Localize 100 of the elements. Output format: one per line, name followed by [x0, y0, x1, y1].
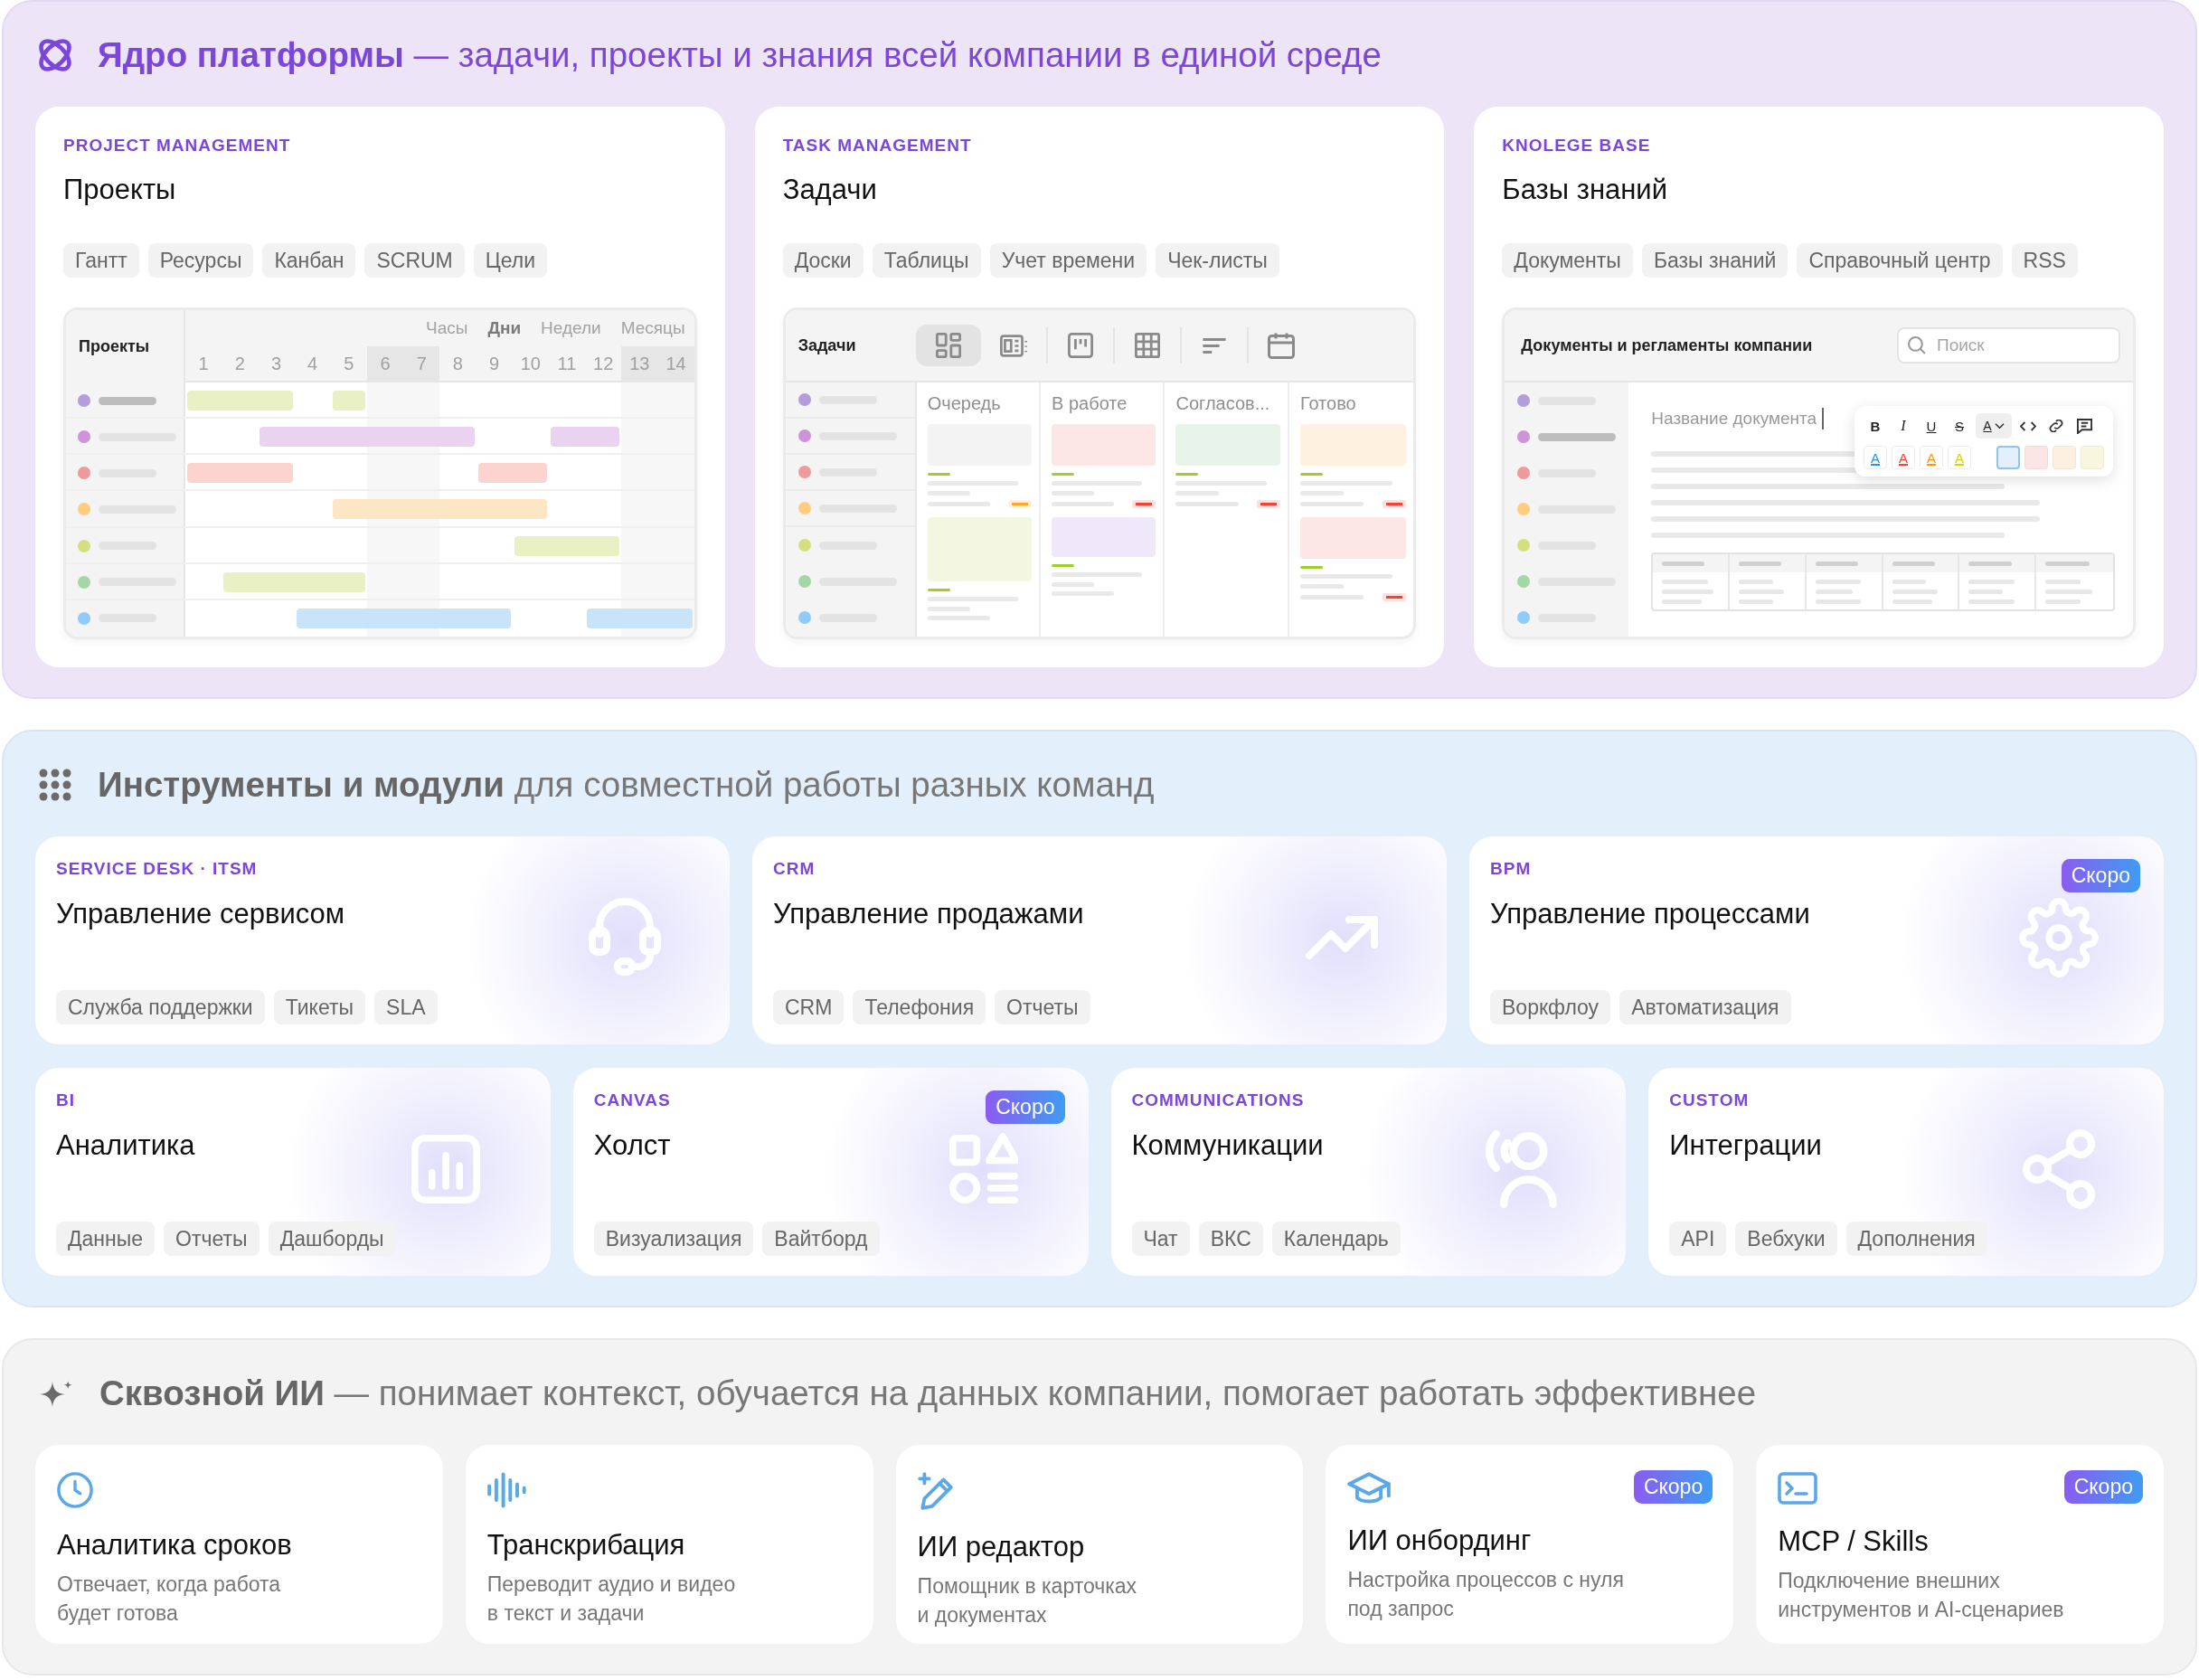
tag: Учет времени — [989, 243, 1147, 278]
label-stripe — [1299, 473, 1323, 476]
card-description: Подключение внешних инструментов и AI-сценариев — [1778, 1568, 2065, 1623]
column-title: Очередь — [927, 392, 1002, 415]
scale-tab[interactable]: Недели — [541, 315, 601, 342]
orbit-icon — [39, 39, 71, 71]
tag: Тикеты — [273, 990, 366, 1024]
tag: Отчеты — [995, 990, 1090, 1024]
tag: Ресурсы — [147, 243, 254, 278]
tag: Автоматизация — [1619, 990, 1791, 1024]
label-stripe — [1052, 564, 1075, 567]
card-title: Аналитика сроков — [57, 1528, 293, 1562]
highlight-swatch[interactable] — [1996, 446, 2020, 469]
column-title: Согласов... — [1175, 392, 1271, 415]
section-heading: Инструменты и модули для совместной работы разных команд — [98, 764, 1155, 806]
section-heading: Ядро платформы — задачи, проекты и знания всей компании в единой среде — [98, 34, 1382, 76]
grid-icon — [1134, 333, 1160, 358]
trend-up-icon — [1306, 916, 1378, 959]
tag: SCRUM — [364, 243, 465, 278]
bold-button[interactable]: B — [1864, 413, 1887, 439]
tag: Цели — [473, 243, 548, 278]
day-label: 9 — [488, 353, 501, 375]
soon-badge: Скоро — [2061, 859, 2140, 892]
day-label: 8 — [451, 353, 464, 375]
card-description: Настройка процессов с нуля под запрос — [1347, 1567, 1625, 1622]
category-label: SERVICE DESK · ITSM — [56, 858, 259, 880]
tag: RSS — [2011, 243, 2078, 278]
tag: Воркфлоу — [1490, 990, 1611, 1024]
card-title: ИИ редактор — [917, 1530, 1086, 1564]
search-field[interactable]: Поиск — [1897, 327, 2120, 363]
tag: Справочный центр — [1797, 243, 2003, 278]
soon-badge: Скоро — [986, 1090, 1065, 1124]
card-title: Управление продажами — [773, 897, 1085, 931]
category-label: CUSTOM — [1669, 1090, 1751, 1111]
day-label: 10 — [519, 353, 542, 375]
tag: Календарь — [1271, 1222, 1401, 1256]
label-stripe — [927, 473, 950, 476]
tag: Дашборды — [268, 1222, 396, 1256]
card-description: Переводит аудио и видео в текст и задачи — [486, 1571, 737, 1627]
shapes-icon — [948, 1133, 1018, 1205]
category-label: PROJECT MANAGEMENT — [63, 135, 292, 156]
sort-icon — [1201, 337, 1227, 354]
font-color-button[interactable]: A — [1920, 446, 1943, 469]
scale-tab[interactable]: Месяцы — [620, 315, 685, 342]
sparkle-icon — [39, 1379, 73, 1408]
tag: CRM — [773, 990, 845, 1024]
category-label: KNOLEGE BASE — [1502, 135, 1652, 156]
italic-button[interactable]: I — [1892, 413, 1915, 439]
tag: Отчеты — [164, 1222, 260, 1256]
underline-button[interactable]: U — [1920, 413, 1943, 439]
headset-icon — [589, 898, 661, 977]
category-label: TASK MANAGEMENT — [782, 135, 973, 156]
card-title: Базы знаний — [1502, 173, 1668, 207]
column-title: Готово — [1299, 392, 1357, 415]
apps-icon — [39, 769, 71, 801]
card-title: Интеграции — [1669, 1128, 1823, 1163]
category-label: BI — [56, 1090, 76, 1111]
card-description: Помощник в карточках и документах — [917, 1573, 1138, 1628]
font-color-button[interactable]: A — [1864, 446, 1887, 469]
scale-tab[interactable]: Часы — [426, 315, 468, 342]
graduation-cap-icon — [1347, 1472, 1392, 1504]
sound-wave-icon — [486, 1472, 527, 1508]
tag: Визуализация — [593, 1222, 754, 1256]
soon-badge: Скоро — [1633, 1470, 1713, 1504]
font-color-button[interactable]: A — [1892, 446, 1915, 469]
section-heading: Сквозной ИИ — понимает контекст, обучается на данных компании, помогает работать эффективнее — [99, 1373, 1757, 1414]
text-cursor — [1822, 408, 1825, 429]
card-title: Проекты — [63, 173, 177, 207]
tag: Служба поддержки — [56, 990, 265, 1024]
comment-icon — [2076, 418, 2092, 434]
column-title: В работе — [1052, 392, 1128, 415]
widgets-icon — [935, 333, 961, 358]
tag: Чат — [1131, 1222, 1190, 1256]
label-stripe — [1052, 473, 1075, 476]
card-title: MCP / Skills — [1778, 1524, 1930, 1559]
day-label: 14 — [657, 346, 694, 381]
text-color-button[interactable]: A — [1976, 413, 2012, 439]
category-label: COMMUNICATIONS — [1131, 1090, 1306, 1111]
clock-icon — [57, 1472, 93, 1508]
label-stripe — [1299, 566, 1323, 569]
tag: Вебхуки — [1735, 1222, 1837, 1256]
view-toggle[interactable] — [915, 325, 981, 366]
scale-tab[interactable]: Дни — [487, 315, 522, 342]
category-label: CANVAS — [593, 1090, 672, 1111]
category-label: CRM — [773, 858, 816, 880]
card-title: Управление сервисом — [56, 897, 346, 931]
code-icon — [2020, 420, 2036, 431]
panel-title: Задачи — [797, 335, 857, 356]
tag: Чек-листы — [1156, 243, 1279, 278]
strikethrough-button[interactable]: S — [1948, 413, 1971, 439]
panel-title: Документы и регламенты компании — [1521, 335, 1813, 356]
day-label: 3 — [269, 353, 283, 375]
tag: SLA — [374, 990, 438, 1024]
card-title: ИИ онбординг — [1347, 1524, 1533, 1558]
title-field[interactable]: Название документа — [1651, 405, 1819, 432]
day-label: 2 — [233, 353, 246, 375]
tag: Доски — [782, 243, 864, 278]
card-title: Задачи — [782, 173, 878, 207]
tag: Вайтборд — [762, 1222, 880, 1256]
card-title: Аналитика — [56, 1128, 196, 1163]
